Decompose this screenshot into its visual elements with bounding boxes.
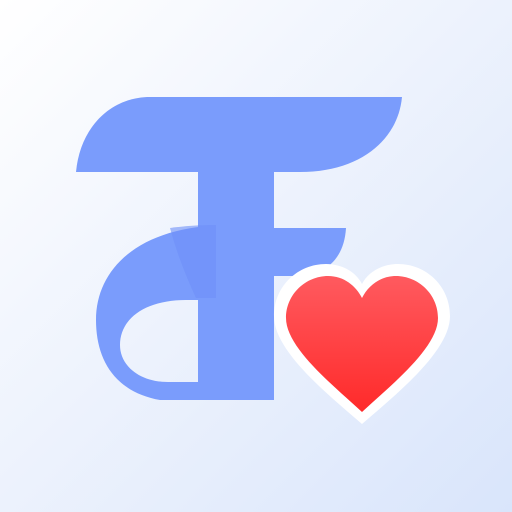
app-icon <box>0 0 512 512</box>
app-icon-artwork <box>76 97 450 424</box>
